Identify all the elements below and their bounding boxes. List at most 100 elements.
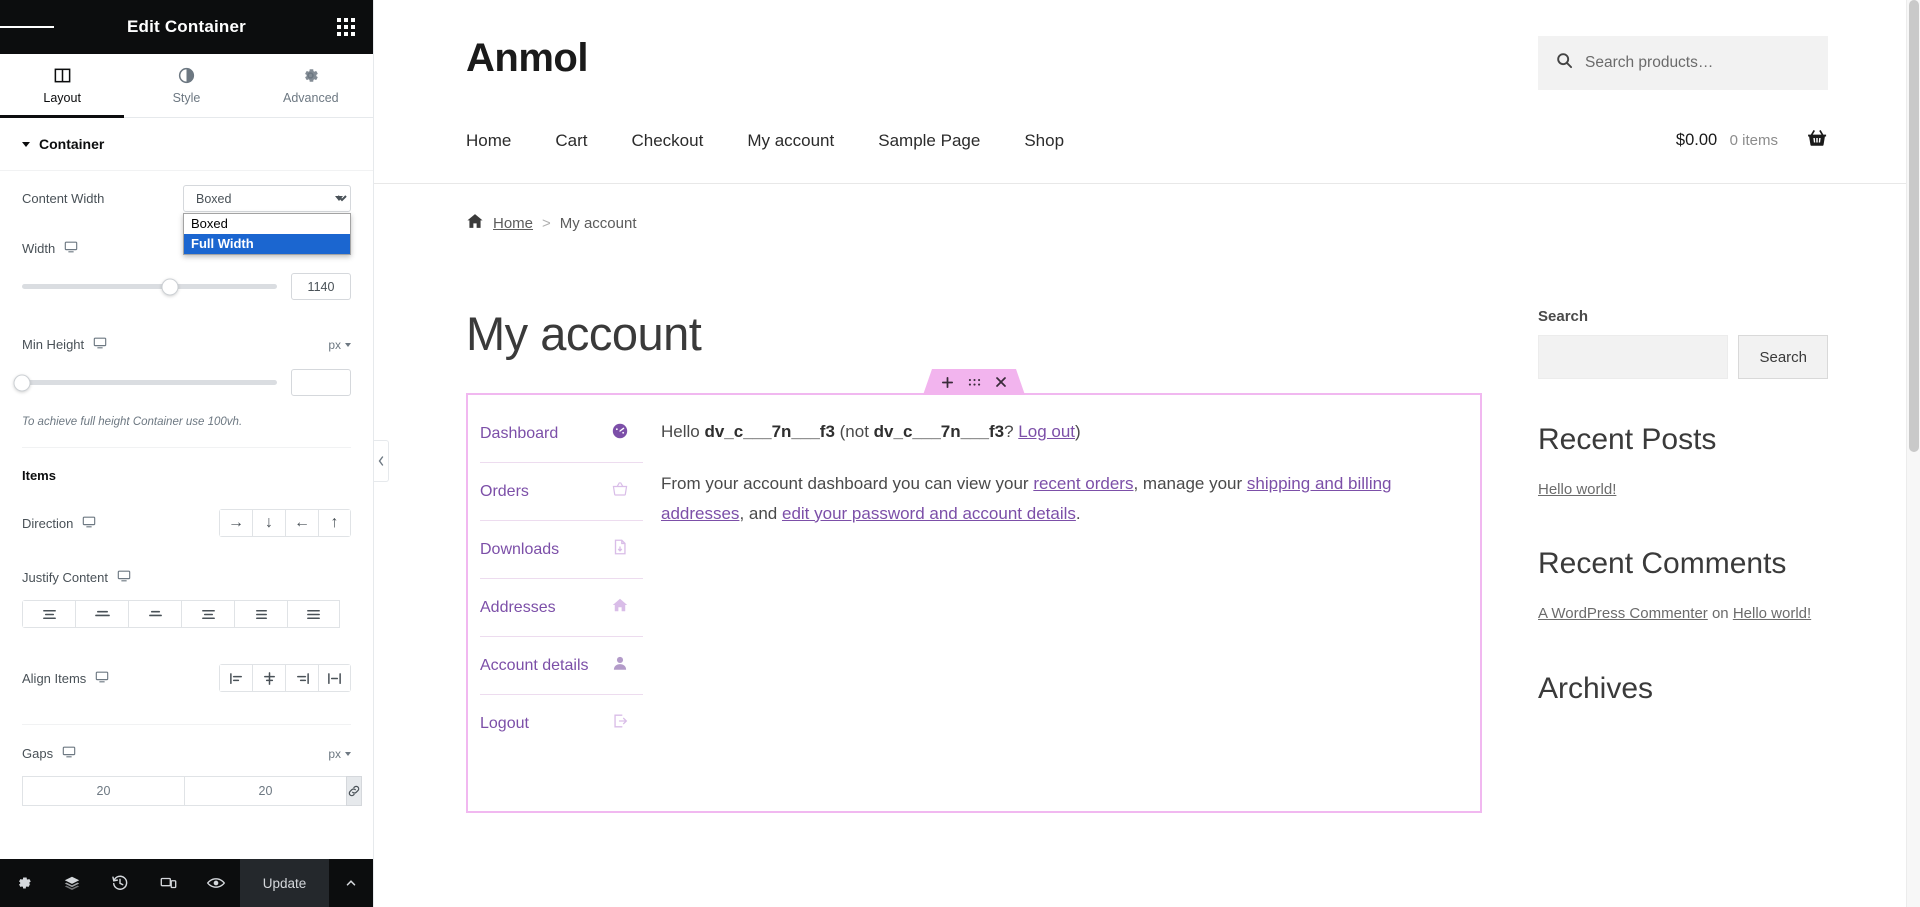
tab-advanced-label: Advanced (283, 91, 339, 105)
justify-center-button[interactable] (75, 600, 128, 629)
content-width-select[interactable]: Boxed (183, 185, 351, 212)
main-column: My account Dashboard Orders Downloads Ad… (466, 262, 1482, 813)
account-nav-orders[interactable]: Orders (480, 462, 643, 520)
hamburger-icon[interactable] (0, 0, 54, 54)
gaps-unit-switcher[interactable]: px (328, 747, 351, 761)
recent-posts-title: Recent Posts (1538, 423, 1717, 456)
desktop-icon[interactable] (95, 670, 109, 687)
site-header-top: Anmol Search products… (466, 36, 1828, 90)
nav-item-shop[interactable]: Shop (1024, 131, 1064, 151)
justify-content-button-group (22, 600, 351, 629)
min-height-slider-track[interactable] (13, 374, 277, 391)
page-title: My account (466, 307, 702, 360)
search-button[interactable]: Search (1738, 335, 1828, 379)
direction-row-reverse-button[interactable]: ← (285, 509, 318, 538)
dropdown-option-full-width[interactable]: Full Width (184, 234, 350, 254)
desktop-icon[interactable] (117, 569, 131, 586)
eye-icon[interactable] (192, 859, 240, 907)
columns-icon (53, 66, 72, 85)
plus-icon[interactable] (941, 376, 954, 389)
align-flex-start-button[interactable] (219, 664, 252, 693)
product-search-field[interactable]: Search products… (1538, 36, 1828, 90)
account-container[interactable]: Dashboard Orders Downloads Addresses Acc… (466, 393, 1482, 813)
preview-scrollbar-thumb[interactable] (1909, 0, 1919, 452)
nav-item-cart[interactable]: Cart (555, 131, 587, 151)
panel-controls-scroll[interactable]: Container Content Width Boxed Boxed Full… (0, 118, 373, 859)
desktop-icon[interactable] (62, 745, 76, 762)
min-height-slider-thumb[interactable] (13, 374, 31, 391)
history-icon[interactable] (96, 859, 144, 907)
width-slider-track[interactable] (22, 278, 277, 295)
tab-layout[interactable]: Layout (0, 54, 125, 118)
dropdown-option-boxed[interactable]: Boxed (184, 214, 350, 234)
panel-header: Edit Container (0, 0, 373, 54)
justify-flex-end-button[interactable] (128, 600, 181, 629)
nav-item-sample-page[interactable]: Sample Page (878, 131, 980, 151)
responsive-icon[interactable] (144, 859, 192, 907)
link-icon[interactable] (346, 776, 362, 807)
chevron-up-icon[interactable] (329, 859, 373, 907)
min-height-unit-switcher[interactable]: px (328, 338, 351, 352)
direction-button-group: → ↓ ← ↑ (219, 509, 351, 538)
account-details-link[interactable]: edit your password and account details (782, 504, 1076, 523)
align-flex-end-button[interactable] (285, 664, 318, 693)
account-nav-label: Orders (480, 482, 529, 500)
tab-style[interactable]: Style (124, 54, 248, 117)
basket-icon[interactable] (1806, 128, 1828, 153)
gap-column-input[interactable] (22, 776, 184, 807)
breadcrumb-home-link[interactable]: Home (493, 215, 533, 232)
close-icon[interactable] (995, 376, 1007, 388)
comment-author-link[interactable]: A WordPress Commenter (1538, 605, 1708, 622)
min-height-input[interactable] (291, 369, 351, 396)
cart-area[interactable]: $0.00 0 items (1676, 128, 1828, 153)
width-input[interactable] (291, 273, 351, 300)
download-icon (611, 538, 629, 561)
tab-advanced[interactable]: Advanced (249, 54, 373, 117)
gap-row-input[interactable] (184, 776, 346, 807)
justify-space-evenly-button[interactable] (287, 600, 340, 629)
drag-dots-icon[interactable] (968, 377, 981, 388)
direction-column-reverse-button[interactable]: ↑ (318, 509, 351, 538)
min-height-label: Min Height (22, 336, 107, 353)
layers-icon[interactable] (48, 859, 96, 907)
search-input[interactable] (1538, 335, 1729, 379)
justify-space-between-button[interactable] (181, 600, 234, 629)
comment-post-link[interactable]: Hello world! (1733, 605, 1811, 622)
content-width-dropdown[interactable]: Boxed Full Width (183, 213, 351, 255)
account-nav-dashboard[interactable]: Dashboard (480, 405, 643, 462)
section-container[interactable]: Container (0, 118, 373, 171)
account-nav-label: Logout (480, 714, 529, 732)
width-slider-thumb[interactable] (161, 278, 179, 295)
site-title[interactable]: Anmol (466, 36, 588, 81)
desktop-icon[interactable] (93, 336, 107, 353)
account-nav-account-details[interactable]: Account details (480, 636, 643, 694)
control-min-height: Min Height px (0, 306, 373, 402)
justify-space-around-button[interactable] (234, 600, 287, 629)
nav-item-home[interactable]: Home (466, 131, 511, 151)
gear-icon[interactable] (0, 859, 48, 907)
desktop-icon[interactable] (64, 240, 78, 257)
control-content-width: Content Width Boxed Boxed Full Width (0, 171, 373, 255)
recent-orders-link[interactable]: recent orders (1033, 474, 1133, 493)
items-group-title: Items (22, 468, 56, 484)
align-stretch-button[interactable] (318, 664, 351, 693)
username: dv_c___7n___f3 (704, 422, 835, 441)
nav-item-checkout[interactable]: Checkout (631, 131, 703, 151)
justify-flex-start-button[interactable] (22, 600, 75, 629)
preview-scrollbar[interactable] (1906, 0, 1920, 907)
account-nav-logout[interactable]: Logout (480, 694, 643, 752)
basket-icon (611, 480, 629, 503)
breadcrumb: Home > My account (374, 184, 1920, 262)
nav-item-my-account[interactable]: My account (747, 131, 834, 151)
direction-row-button[interactable]: → (219, 509, 252, 538)
update-button[interactable]: Update (240, 859, 329, 907)
recent-post-link[interactable]: Hello world! (1538, 477, 1828, 503)
direction-column-button[interactable]: ↓ (252, 509, 285, 538)
account-nav-downloads[interactable]: Downloads (480, 520, 643, 578)
account-nav-addresses[interactable]: Addresses (480, 578, 643, 636)
logout-link[interactable]: Log out (1018, 422, 1075, 441)
align-center-button[interactable] (252, 664, 285, 693)
panel-collapse-handle[interactable] (374, 440, 389, 482)
desktop-icon[interactable] (82, 515, 96, 532)
grid-icon[interactable] (319, 0, 373, 54)
